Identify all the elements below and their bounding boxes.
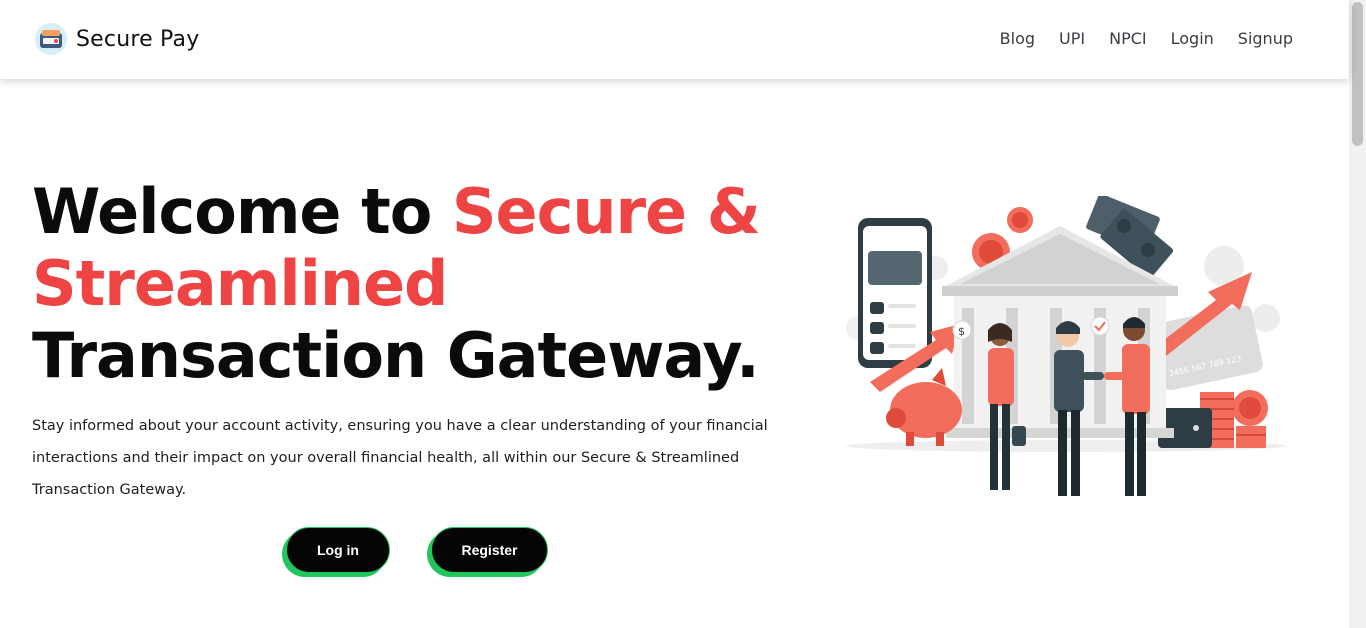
coin-stack [1236,426,1266,448]
brand-link[interactable]: Secure Pay [34,22,199,56]
nav-links: Blog UPI NPCI Login Signup [976,29,1293,48]
nav-link-blog[interactable]: Blog [1000,29,1035,48]
nav-link-npci[interactable]: NPCI [1109,29,1147,48]
nav-link-upi[interactable]: UPI [1059,29,1085,48]
navbar: Secure Pay Blog UPI NPCI Login Signup [0,0,1349,79]
page-scrollbar[interactable] [1349,0,1366,628]
login-button[interactable]: Log in [286,527,390,573]
nav-link-signup[interactable]: Signup [1238,29,1293,48]
bg-coin-icon [1252,304,1280,332]
register-button[interactable]: Register [431,527,548,573]
check-badge-icon [1090,316,1110,336]
hero-title: Welcome to Secure & Streamlined Transact… [32,176,822,392]
svg-text:$: $ [958,325,965,338]
hero-title-part1: Welcome to [32,175,452,248]
nav-link-login[interactable]: Login [1171,29,1214,48]
wallet-logo-icon [35,23,67,55]
hero-title-part2: Transaction Gateway. [32,319,760,392]
hero-description: Stay informed about your account activit… [32,418,768,498]
bank-handshake-illustration: 3456 567 789 123 $ [846,196,1286,496]
scrollbar-thumb[interactable] [1352,2,1363,146]
brand-name: Secure Pay [76,26,200,52]
